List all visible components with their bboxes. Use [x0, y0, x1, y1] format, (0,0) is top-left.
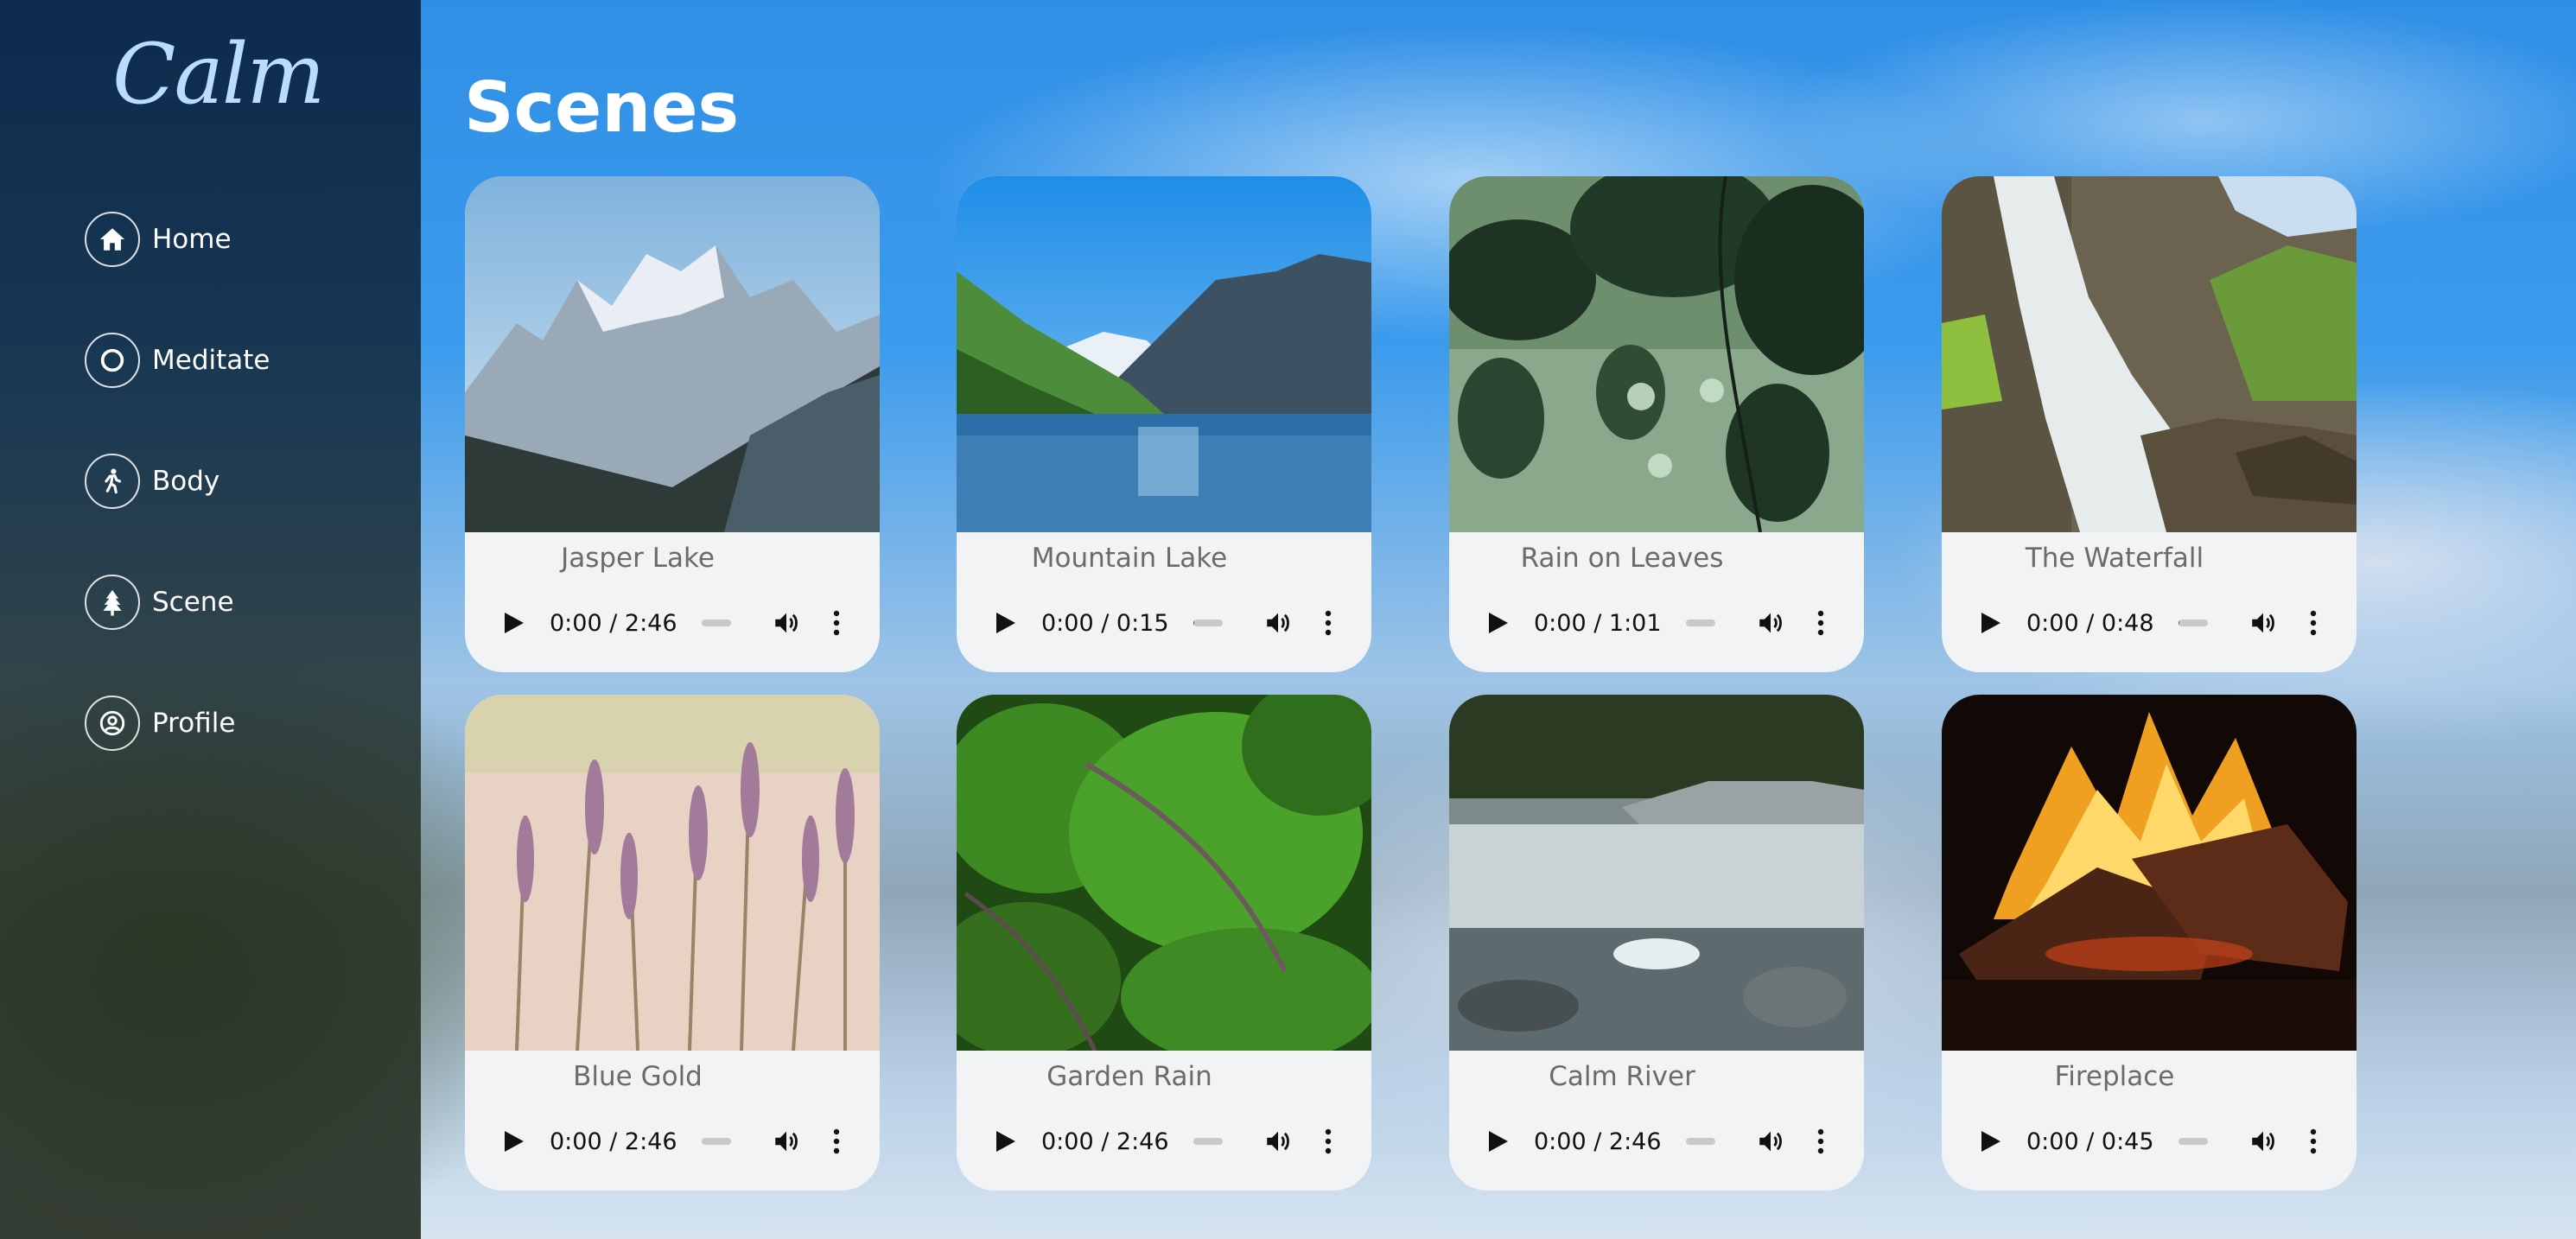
sidebar-item-scene[interactable]: Scene: [85, 572, 234, 632]
more-options-icon[interactable]: [831, 1127, 842, 1156]
lake-thumbnail: [957, 176, 1371, 532]
calm-logo[interactable]: Calm: [112, 26, 325, 123]
sidebar-item-body[interactable]: Body: [85, 451, 219, 511]
more-options-icon[interactable]: [1816, 1127, 1826, 1156]
audio-player: 0:00 / 2:46: [1479, 1102, 1841, 1180]
audio-progress[interactable]: [2178, 620, 2208, 626]
scene-title: Blue Gold: [573, 1061, 703, 1092]
audio-time: 0:00 / 0:15: [1041, 609, 1169, 637]
circle-icon: [85, 333, 140, 388]
audio-time: 0:00 / 2:46: [550, 1128, 677, 1155]
volume-icon[interactable]: [1755, 1127, 1786, 1156]
scene-card: Calm River 0:00 / 2:46: [1449, 695, 1864, 1191]
scene-card: Rain on Leaves 0:00 / 1:01: [1449, 176, 1864, 672]
sidebar-item-label: Profile: [152, 708, 236, 739]
scene-title: Fireplace: [2054, 1061, 2175, 1092]
sidebar-item-home[interactable]: Home: [85, 209, 232, 270]
audio-player: 0:00 / 2:46: [986, 1102, 1349, 1180]
audio-player: 0:00 / 0:45: [1971, 1102, 2334, 1180]
sidebar-item-label: Meditate: [152, 345, 270, 376]
scene-card: Jasper Lake 0:00 / 2:46: [465, 176, 880, 672]
sidebar-item-meditate[interactable]: Meditate: [85, 330, 270, 391]
progress-fill: [2178, 620, 2180, 626]
page-title: Scenes: [464, 67, 740, 148]
sidebar-item-label: Scene: [152, 587, 234, 618]
scene-title: Garden Rain: [1046, 1061, 1212, 1092]
scene-title: Jasper Lake: [561, 543, 715, 574]
scene-title: Mountain Lake: [1031, 543, 1228, 574]
audio-player: 0:00 / 2:46: [494, 584, 857, 662]
audio-player: 0:00 / 0:48: [1971, 584, 2334, 662]
play-icon[interactable]: [503, 611, 525, 635]
walking-person-icon: [85, 454, 140, 509]
play-icon[interactable]: [995, 611, 1017, 635]
tree-icon: [85, 575, 140, 630]
audio-progress[interactable]: [2178, 1138, 2208, 1145]
audio-progress[interactable]: [1193, 1138, 1223, 1145]
home-icon: [85, 212, 140, 267]
audio-progress[interactable]: [701, 1138, 731, 1145]
progress-fill: [1193, 620, 1195, 626]
audio-time: 0:00 / 1:01: [1534, 609, 1662, 637]
scene-title: The Waterfall: [2025, 543, 2204, 574]
volume-icon[interactable]: [771, 1127, 802, 1156]
more-options-icon[interactable]: [2308, 608, 2318, 638]
leaves-thumbnail: [1449, 176, 1864, 532]
more-options-icon[interactable]: [1816, 608, 1826, 638]
mountain-thumbnail: [465, 176, 880, 532]
play-icon[interactable]: [995, 1129, 1017, 1153]
play-icon[interactable]: [1487, 1129, 1510, 1153]
scene-card: Blue Gold 0:00 / 2:46: [465, 695, 880, 1191]
scene-title: Rain on Leaves: [1520, 543, 1724, 574]
volume-icon[interactable]: [1755, 608, 1786, 638]
audio-player: 0:00 / 0:15: [986, 584, 1349, 662]
audio-time: 0:00 / 2:46: [550, 609, 677, 637]
audio-time: 0:00 / 2:46: [1534, 1128, 1662, 1155]
scene-card: Garden Rain 0:00 / 2:46: [957, 695, 1371, 1191]
volume-icon[interactable]: [1263, 608, 1294, 638]
play-icon[interactable]: [1487, 611, 1510, 635]
audio-time: 0:00 / 0:48: [2026, 609, 2154, 637]
play-icon[interactable]: [1980, 1129, 2002, 1153]
scene-card: Mountain Lake 0:00 / 0:15: [957, 176, 1371, 672]
audio-player: 0:00 / 1:01: [1479, 584, 1841, 662]
user-circle-icon: [85, 696, 140, 751]
scene-card: The Waterfall 0:00 / 0:48: [1942, 176, 2357, 672]
fireplace-thumbnail: [1942, 695, 2357, 1051]
audio-progress[interactable]: [1685, 1138, 1715, 1145]
audio-time: 0:00 / 0:45: [2026, 1128, 2154, 1155]
play-icon[interactable]: [503, 1129, 525, 1153]
sidebar-item-label: Home: [152, 224, 232, 255]
waterfall-thumbnail: [1942, 176, 2357, 532]
volume-icon[interactable]: [2248, 1127, 2279, 1156]
audio-progress[interactable]: [701, 620, 731, 626]
sidebar-item-label: Body: [152, 466, 220, 497]
play-icon[interactable]: [1980, 611, 2002, 635]
more-options-icon[interactable]: [831, 608, 842, 638]
sidebar: Calm Home Meditate Body Scene Profile: [0, 0, 421, 1239]
scene-title: Calm River: [1549, 1061, 1695, 1092]
garden-leaves-thumbnail: [957, 695, 1371, 1051]
more-options-icon[interactable]: [2308, 1127, 2318, 1156]
river-thumbnail: [1449, 695, 1864, 1051]
more-options-icon[interactable]: [1323, 608, 1333, 638]
lavender-thumbnail: [465, 695, 880, 1051]
audio-progress[interactable]: [1685, 620, 1715, 626]
volume-icon[interactable]: [771, 608, 802, 638]
volume-icon[interactable]: [2248, 608, 2279, 638]
audio-time: 0:00 / 2:46: [1041, 1128, 1169, 1155]
volume-icon[interactable]: [1263, 1127, 1294, 1156]
sidebar-item-profile[interactable]: Profile: [85, 693, 235, 753]
audio-player: 0:00 / 2:46: [494, 1102, 857, 1180]
more-options-icon[interactable]: [1323, 1127, 1333, 1156]
audio-progress[interactable]: [1193, 620, 1223, 626]
scene-card: Fireplace 0:00 / 0:45: [1942, 695, 2357, 1191]
